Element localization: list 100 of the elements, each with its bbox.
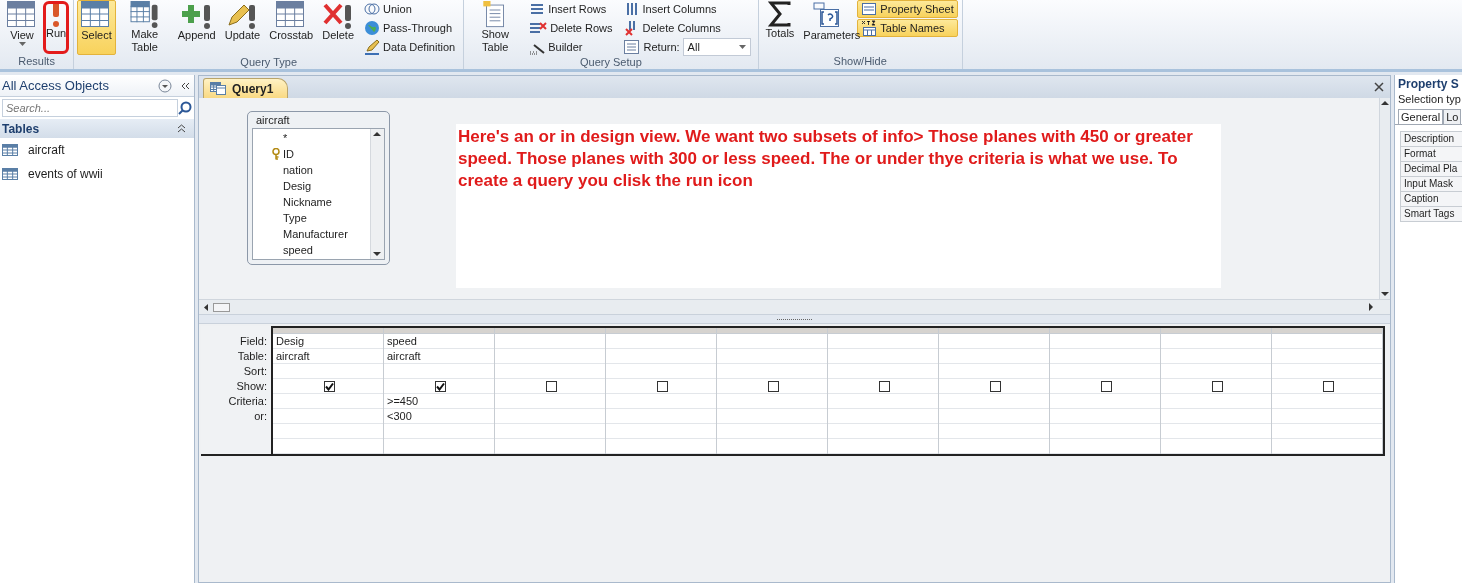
pane-title: Property S (1397, 76, 1460, 93)
ribbon-button[interactable]: Delete (318, 0, 358, 55)
globe-icon (364, 20, 380, 36)
xyz-table-icon (861, 20, 878, 36)
checkbox[interactable] (1101, 380, 1112, 392)
field-name[interactable]: Desig (283, 180, 312, 192)
check-icon (436, 381, 445, 391)
grid-cell[interactable]: aircraft (273, 349, 383, 364)
collapse-icon[interactable] (180, 80, 190, 91)
property-name: Description (1400, 132, 1462, 147)
row-label: Table: (236, 349, 268, 364)
selection-type-label: Selection typ (1397, 93, 1462, 105)
ribbon-button[interactable]: Select (77, 0, 116, 55)
group-label: Query Type (239, 56, 298, 69)
up-arrow-icon (371, 129, 383, 139)
checkbox[interactable] (879, 380, 890, 392)
grid-cell[interactable]: Desig (273, 334, 383, 349)
property-tab[interactable]: Lo (1443, 109, 1462, 124)
row-label: Field: (239, 334, 268, 349)
ribbon-button[interactable]: Totals (761, 0, 799, 55)
document-icon (622, 39, 641, 55)
ribbon-button[interactable]: Union (360, 0, 460, 18)
ribbon-button[interactable]: View (3, 0, 41, 55)
down-arrow-icon (371, 249, 383, 259)
table-item[interactable]: aircraft (0, 138, 194, 162)
ribbon-button[interactable]: Data Definition (360, 38, 460, 56)
ribbon-button[interactable]: Delete Columns (619, 19, 754, 37)
field-name[interactable]: speed (283, 244, 313, 256)
ribbon-button[interactable]: Update (220, 0, 265, 55)
grid-cell[interactable]: speed (384, 334, 494, 349)
checkbox[interactable] (1212, 380, 1223, 392)
group-label: Show/Hide (832, 55, 888, 69)
ribbon-button[interactable]: Property Sheet (857, 0, 958, 18)
caret-icon (738, 44, 746, 50)
grid-cell[interactable]: aircraft (384, 349, 494, 364)
ribbon-button[interactable]: Show Table (467, 0, 524, 55)
check-icon (325, 381, 334, 391)
sigma-icon (768, 1, 792, 27)
pencil-icon (364, 39, 380, 55)
close-icon[interactable] (1374, 82, 1384, 92)
field-name[interactable]: nation (283, 164, 313, 176)
pane-title: All Access Objects (2, 78, 110, 93)
field-list-title: aircraft (255, 113, 291, 128)
ribbon-button[interactable]: Pass-Through (360, 19, 460, 37)
query-icon (210, 82, 226, 95)
grid-cell[interactable]: >=450 (384, 394, 494, 409)
ribbon-button[interactable]: Run (42, 0, 71, 55)
rows-icon (529, 2, 546, 16)
search-field[interactable]: Search... (2, 99, 178, 117)
right-arrow-icon (1366, 302, 1376, 312)
x-exclamation-icon (323, 1, 354, 29)
splitter-handle (776, 317, 813, 321)
group-header[interactable]: Tables (0, 119, 194, 138)
checkbox[interactable] (657, 380, 668, 392)
row-label: Sort: (242, 364, 268, 379)
return-dropdown[interactable]: All (682, 38, 751, 56)
up-arrow-icon (1380, 98, 1390, 108)
ribbon-button[interactable]: Insert Rows (525, 0, 617, 18)
dropdown-label: Return: (643, 41, 680, 53)
exclamation-icon (53, 1, 60, 27)
table-icon (7, 1, 37, 29)
sheet-icon (861, 2, 878, 16)
ribbon-button[interactable]: Append (173, 0, 220, 55)
property-name: Caption (1400, 192, 1462, 207)
dropdown-icon[interactable] (158, 78, 172, 93)
property-name: Smart Tags (1400, 207, 1462, 222)
ribbon-button[interactable]: Make Table (116, 0, 173, 55)
checkbox[interactable] (324, 380, 335, 392)
checkbox[interactable] (1323, 380, 1334, 392)
scrollbar[interactable] (199, 299, 1390, 314)
ribbon-button[interactable]: Delete Rows (525, 19, 617, 37)
table-item[interactable]: events of wwii (0, 162, 194, 186)
field-name[interactable]: Nickname (283, 196, 332, 208)
annotation-text: Here's an or in design view. We want two subsets of info> Those planes with 450 or greater speed. Those planes with 300 or less speed. The or under thye criteria is what we use. To create a query you clisk the run icon (456, 124, 1221, 288)
group-label: Results (17, 55, 56, 69)
grid-cell[interactable]: <300 (384, 409, 494, 424)
field-name[interactable]: Manufacturer (283, 228, 348, 240)
property-tab[interactable]: General (1398, 109, 1444, 124)
ribbon-button[interactable]: Crosstab (265, 0, 318, 55)
search-icon (178, 101, 192, 115)
table-icon (276, 1, 307, 29)
field-name[interactable]: ID (283, 148, 294, 160)
property-name: Input Mask (1400, 177, 1462, 192)
field-name[interactable]: Type (283, 212, 307, 224)
table-exclamation-icon (129, 1, 160, 28)
document-tab[interactable]: Query1 (203, 78, 289, 98)
checkbox[interactable] (435, 380, 446, 392)
row-label: Criteria: (227, 394, 268, 409)
scrollbar[interactable] (370, 129, 384, 259)
field-name[interactable]: * (283, 132, 288, 144)
ribbon-button[interactable]: Builder (525, 38, 617, 56)
row-label: or: (253, 409, 268, 424)
checkbox[interactable] (990, 380, 1001, 392)
left-arrow-icon (201, 301, 231, 313)
group-label: Query Setup (579, 56, 643, 69)
ribbon-button[interactable]: Insert Columns (619, 0, 754, 18)
checkbox[interactable] (768, 380, 779, 392)
scrollbar[interactable] (1379, 98, 1390, 299)
rows-x-icon (529, 21, 548, 35)
checkbox[interactable] (546, 380, 557, 392)
